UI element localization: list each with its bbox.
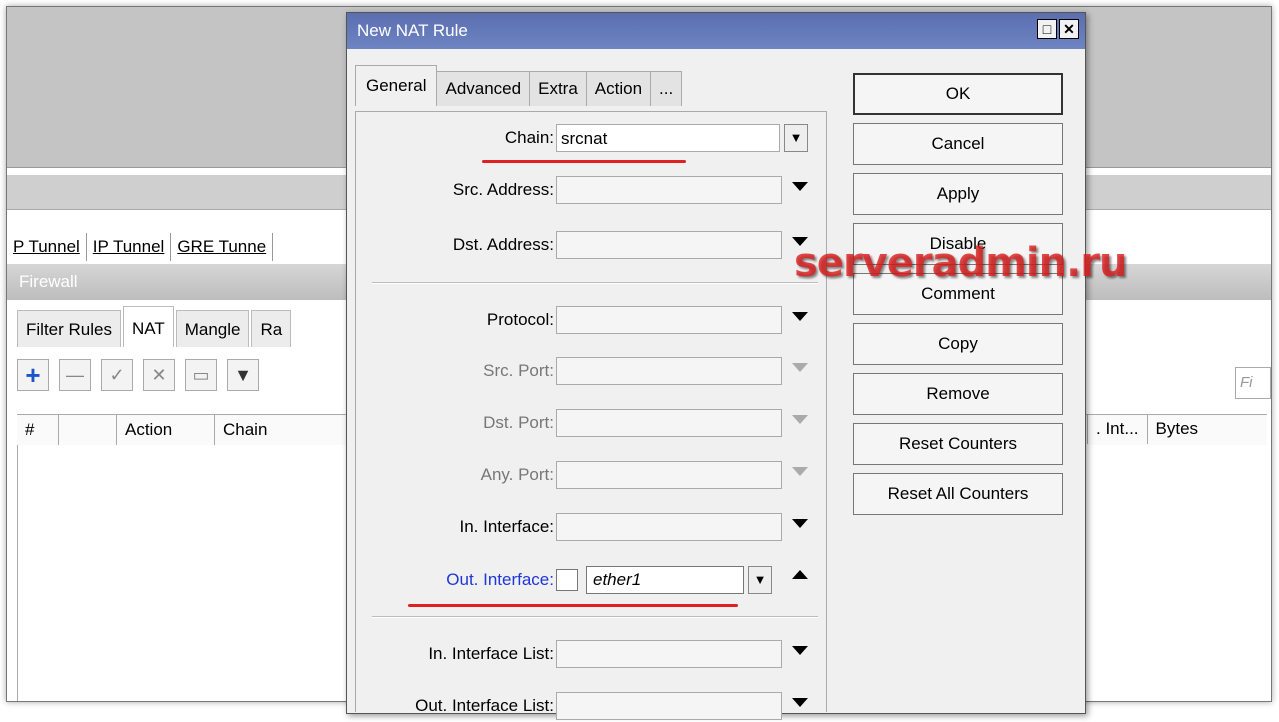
in-interface-list-label: In. Interface List: [428, 644, 554, 663]
out-interface-input[interactable]: ether1 [586, 566, 744, 594]
dst-address-label: Dst. Address: [452, 235, 554, 254]
remove-icon[interactable]: — [59, 359, 91, 391]
chain-value: srcnat [561, 129, 608, 148]
tab-gre-tunnel[interactable]: GRE Tunne [171, 233, 274, 261]
protocol-dropdown-icon[interactable] [792, 312, 808, 321]
protocol-row: Protocol: [356, 306, 826, 336]
reset-counters-button[interactable]: Reset Counters [853, 423, 1063, 465]
any-port-label: Any. Port: [480, 465, 554, 484]
dst-port-label: Dst. Port: [483, 413, 554, 432]
firewall-tabs: Filter Rules NAT Mangle Ra [17, 306, 293, 347]
protocol-label: Protocol: [486, 310, 554, 329]
out-interface-collapse-icon[interactable] [792, 570, 808, 579]
in-interface-list-input[interactable] [556, 640, 782, 668]
src-address-row: Src. Address: [356, 176, 826, 206]
watermark-logo: serveradmin.ru [794, 240, 1127, 286]
tab-extra[interactable]: Extra [529, 71, 587, 106]
out-interface-dropdown-icon[interactable]: ▼ [748, 566, 772, 594]
dst-port-dropdown-icon [792, 415, 808, 424]
tab-action[interactable]: Action [585, 71, 652, 106]
ok-button[interactable]: OK [853, 73, 1063, 115]
filter-icon[interactable]: ▼ [227, 359, 259, 391]
out-interface-list-label: Out. Interface List: [415, 696, 554, 715]
dialog-button-column: OK Cancel Apply Disable Comment Copy Rem… [853, 73, 1063, 523]
find-input[interactable]: Fi [1235, 367, 1271, 399]
out-interface-list-dropdown-icon[interactable] [792, 698, 808, 707]
apply-button[interactable]: Apply [853, 173, 1063, 215]
out-interface-row: Out. Interface: ether1 ▼ [356, 566, 826, 596]
protocol-input[interactable] [556, 306, 782, 334]
dst-address-input[interactable] [556, 231, 782, 259]
src-port-row: Src. Port: [356, 357, 826, 387]
chain-row: Chain: srcnat ▼ [356, 124, 826, 154]
dialog-title-bar[interactable]: New NAT Rule □ ✕ [347, 13, 1085, 49]
column-flags[interactable] [59, 415, 117, 445]
comment-icon[interactable]: ▭ [185, 359, 217, 391]
disable-x-icon[interactable]: ✕ [143, 359, 175, 391]
tab-ip-tunnel[interactable]: IP Tunnel [87, 233, 172, 261]
dialog-tabs: General Advanced Extra Action ... [355, 65, 683, 106]
in-interface-row: In. Interface: [356, 513, 826, 543]
tab-p-tunnel[interactable]: P Tunnel [7, 233, 87, 261]
tab-raw[interactable]: Ra [251, 310, 292, 347]
src-port-input[interactable] [556, 357, 782, 385]
rules-table-header-right: . Int... Bytes [1087, 414, 1264, 444]
in-interface-list-row: In. Interface List: [356, 640, 826, 670]
maximize-icon[interactable]: □ [1037, 19, 1057, 39]
in-interface-dropdown-icon[interactable] [792, 519, 808, 528]
separator-2 [372, 616, 818, 618]
dialog-title: New NAT Rule [357, 21, 468, 40]
dst-address-row: Dst. Address: [356, 231, 826, 261]
chain-label: Chain: [504, 128, 554, 147]
src-port-label: Src. Port: [483, 361, 554, 380]
window-buttons: □ ✕ [1037, 19, 1079, 39]
dst-port-input[interactable] [556, 409, 782, 437]
any-port-row: Any. Port: [356, 461, 826, 491]
firewall-toolbar: + — ✓ ✕ ▭ ▼ [17, 359, 259, 391]
column-bytes[interactable]: Bytes [1146, 414, 1264, 444]
src-address-label: Src. Address: [452, 180, 554, 199]
column-chain[interactable]: Chain [215, 415, 355, 445]
src-address-input[interactable] [556, 176, 782, 204]
in-interface-label: In. Interface: [459, 517, 555, 536]
tab-mangle[interactable]: Mangle [175, 310, 250, 347]
interface-tabs: P Tunnel IP Tunnel GRE Tunne [7, 233, 274, 263]
src-address-dropdown-icon[interactable] [792, 182, 808, 191]
any-port-dropdown-icon [792, 467, 808, 476]
column-out-interface[interactable]: . Int... [1087, 414, 1147, 444]
tab-filter-rules[interactable]: Filter Rules [17, 310, 121, 347]
close-icon[interactable]: ✕ [1059, 19, 1079, 39]
in-interface-list-dropdown-icon[interactable] [792, 646, 808, 655]
new-nat-rule-dialog: New NAT Rule □ ✕ General Advanced Extra … [346, 12, 1086, 720]
chain-dropdown-icon[interactable]: ▼ [784, 124, 808, 152]
out-interface-negate-checkbox[interactable] [556, 569, 578, 591]
copy-button[interactable]: Copy [853, 323, 1063, 365]
column-action[interactable]: Action [117, 415, 215, 445]
out-interface-annotation-underline [408, 604, 738, 607]
tab-more[interactable]: ... [650, 71, 683, 106]
separator-1 [372, 282, 818, 284]
chain-annotation-underline [482, 160, 686, 163]
enable-check-icon[interactable]: ✓ [101, 359, 133, 391]
chain-input[interactable]: srcnat [556, 124, 780, 152]
cancel-button[interactable]: Cancel [853, 123, 1063, 165]
tab-nat[interactable]: NAT [122, 306, 174, 347]
tab-advanced[interactable]: Advanced [436, 71, 531, 106]
in-interface-input[interactable] [556, 513, 782, 541]
out-interface-label: Out. Interface: [446, 570, 554, 589]
add-icon[interactable]: + [17, 359, 49, 391]
tab-general[interactable]: General [355, 65, 438, 106]
out-interface-list-input[interactable] [556, 692, 782, 720]
any-port-input[interactable] [556, 461, 782, 489]
remove-button[interactable]: Remove [853, 373, 1063, 415]
dst-port-row: Dst. Port: [356, 409, 826, 439]
column-number[interactable]: # [17, 415, 59, 445]
out-interface-list-row: Out. Interface List: [356, 692, 826, 722]
general-tab-panel: Chain: srcnat ▼ Src. Address: Dst. Addre… [355, 111, 827, 720]
reset-all-counters-button[interactable]: Reset All Counters [853, 473, 1063, 515]
src-port-dropdown-icon [792, 363, 808, 372]
